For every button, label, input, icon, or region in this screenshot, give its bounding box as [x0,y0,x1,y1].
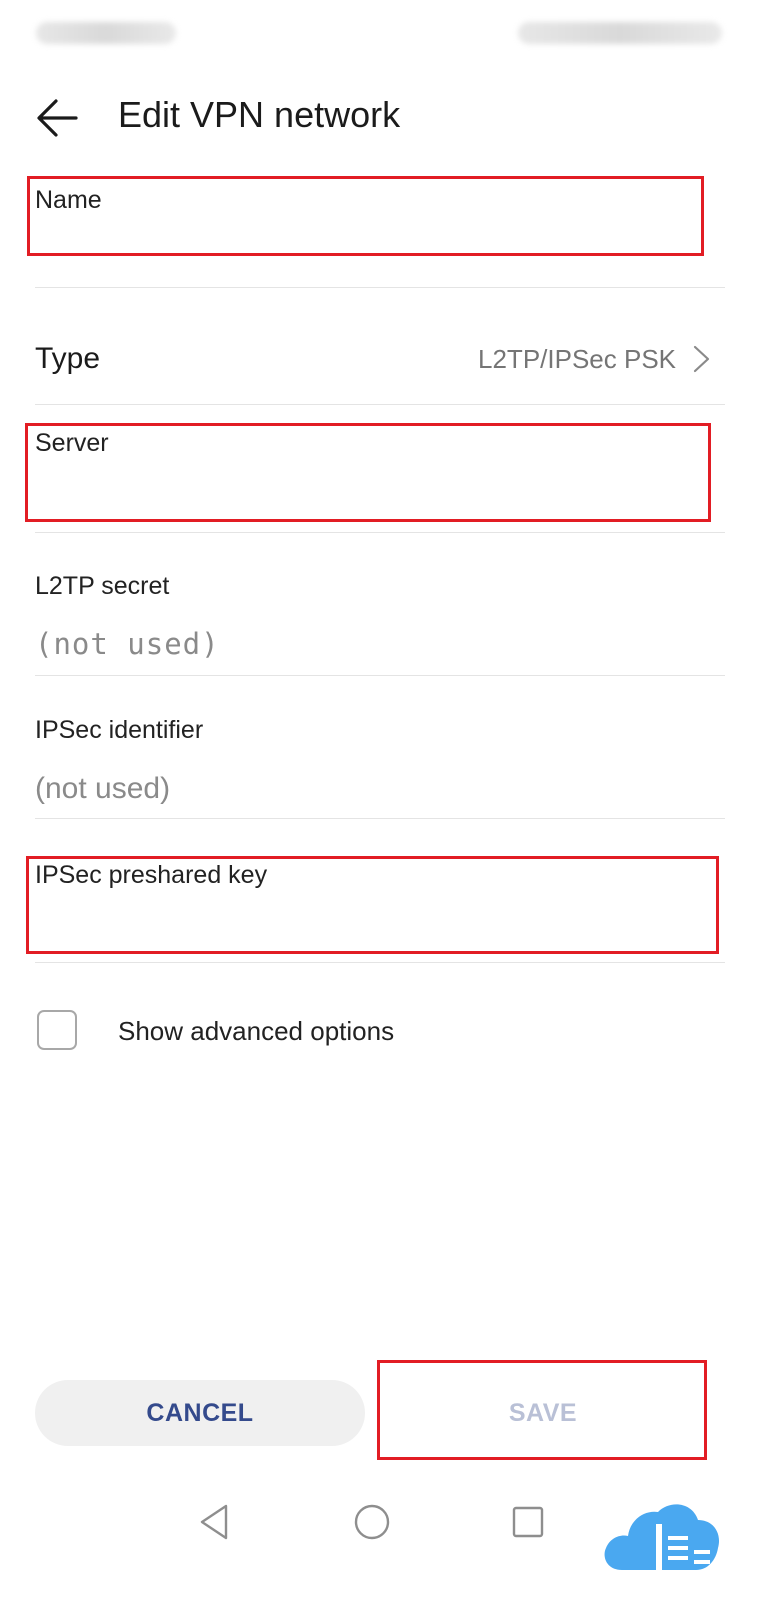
arrow-left-icon [37,99,78,137]
divider [35,962,725,963]
system-nav-bar [0,1480,758,1600]
name-highlight [27,176,704,256]
l2tp-secret-input[interactable]: (not used) [35,627,220,661]
cloud-logo-icon [604,1504,720,1570]
advanced-options-label: Show advanced options [118,1016,395,1046]
app-bar: Edit VPN network [0,80,758,152]
type-label: Type [35,342,101,375]
divider [35,287,725,288]
server-highlight [25,423,711,522]
type-value: L2TP/IPSec PSK [478,344,676,374]
show-advanced-options-row[interactable]: Show advanced options [0,1000,758,1070]
divider [35,404,725,405]
page-title: Edit VPN network [118,94,401,135]
save-highlight [377,1360,707,1460]
divider [35,675,725,676]
ipsec-identifier-input[interactable]: (not used) [35,772,170,806]
type-selector[interactable]: Type L2TP/IPSec PSK [0,310,758,410]
l2tp-secret-field[interactable]: L2TP secret (not used) [0,560,758,670]
ipsec-identifier-label: IPSec identifier [35,716,204,744]
triangle-back-icon[interactable] [192,1500,236,1544]
cancel-button[interactable]: CANCEL [35,1380,365,1446]
chevron-right-icon [693,345,710,373]
back-button[interactable] [28,88,88,148]
divider [35,818,725,819]
circle-home-icon[interactable] [350,1500,394,1544]
ipsec-identifier-field[interactable]: IPSec identifier (not used) [0,704,758,814]
status-bar-right-blurred [518,22,722,44]
status-bar [0,0,758,64]
square-recent-icon[interactable] [506,1500,550,1544]
l2tp-secret-label: L2TP secret [35,572,170,600]
divider [35,532,725,533]
advanced-options-checkbox[interactable] [37,1010,77,1050]
status-bar-left-blurred [36,22,176,44]
ipsec-psk-highlight [26,856,719,954]
